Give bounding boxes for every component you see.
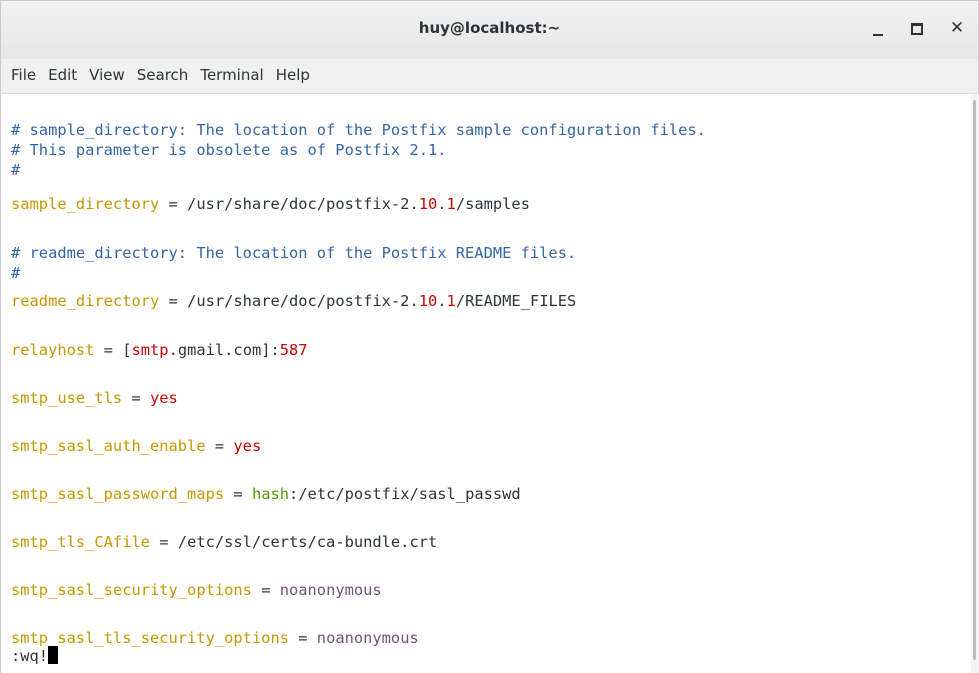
config-line-smtp-sasl-security-options: smtp_sasl_security_options = noanonymous <box>11 580 382 600</box>
comment-line: # <box>11 264 21 282</box>
config-number: 10 <box>418 195 438 213</box>
minimize-button[interactable] <box>865 15 891 41</box>
config-text: = <box>251 581 280 599</box>
config-key: relayhost <box>11 341 95 359</box>
config-text: /samples <box>455 195 530 213</box>
config-keyword: smtp <box>131 341 169 359</box>
config-key: readme_directory <box>11 292 160 310</box>
config-text: /README_FILES <box>455 292 577 310</box>
config-text: :/etc/postfix/sasl_passwd <box>289 485 521 503</box>
config-text: . <box>437 292 447 310</box>
command-text: :wq! <box>11 647 49 665</box>
config-line-smtp-tls-cafile: smtp_tls_CAfile = /etc/ssl/certs/ca-bund… <box>11 532 437 552</box>
comment-line: # readme_directory: The location of the … <box>11 244 577 262</box>
config-value: noanonymous <box>316 629 419 647</box>
config-number: 1 <box>446 195 456 213</box>
comment-line: # sample_directory: The location of the … <box>11 121 706 139</box>
comment-line: # This parameter is obsolete as of Postf… <box>11 141 447 159</box>
terminal-window: huy@localhost:~ ✕ File Edit View Search Term… <box>0 0 979 673</box>
scrollbar-thumb[interactable] <box>973 100 976 660</box>
config-key: smtp_sasl_security_options <box>11 581 252 599</box>
config-value: noanonymous <box>279 581 382 599</box>
config-line-relayhost: relayhost = [smtp.gmail.com]:587 <box>11 340 308 360</box>
config-line-smtp-sasl-password-maps: smtp_sasl_password_maps = hash:/etc/post… <box>11 484 521 504</box>
terminal-content[interactable]: # sample_directory: The location of the … <box>0 94 971 673</box>
text-cursor <box>48 646 59 664</box>
config-line-smtp-sasl-auth-enable: smtp_sasl_auth_enable = yes <box>11 436 261 456</box>
config-key: smtp_sasl_auth_enable <box>11 437 206 455</box>
config-key: sample_directory <box>11 195 160 213</box>
config-line-smtp-use-tls: smtp_use_tls = yes <box>11 388 178 408</box>
config-line-smtp-sasl-tls-security-options: smtp_sasl_tls_security_options = noanony… <box>11 628 419 648</box>
menu-terminal[interactable]: Terminal <box>194 66 269 84</box>
config-text: = <box>288 629 317 647</box>
config-key: smtp_use_tls <box>11 389 123 407</box>
menu-search[interactable]: Search <box>131 66 195 84</box>
config-text: = [ <box>94 341 132 359</box>
config-text: = <box>224 485 252 503</box>
config-value: yes <box>233 437 262 455</box>
maximize-button[interactable] <box>904 15 930 41</box>
config-number: 587 <box>279 341 308 359</box>
config-number: 10 <box>418 292 438 310</box>
config-number: 1 <box>446 292 456 310</box>
config-text: = /usr/share/doc/postfix-2. <box>159 292 419 310</box>
close-button[interactable]: ✕ <box>944 15 970 41</box>
command-line[interactable]: :wq! <box>11 646 59 666</box>
config-text: = <box>205 437 234 455</box>
config-text: = /etc/ssl/certs/ca-bundle.crt <box>150 533 438 551</box>
menu-bar: File Edit View Search Terminal Help <box>0 59 979 94</box>
config-text: .gmail.com]: <box>168 341 280 359</box>
comment-line: # <box>11 161 21 179</box>
config-line-sample-directory: sample_directory = /usr/share/doc/postfi… <box>11 194 530 214</box>
window-title: huy@localhost:~ <box>418 19 561 37</box>
config-line-readme-directory: readme_directory = /usr/share/doc/postfi… <box>11 291 576 311</box>
config-key: smtp_sasl_password_maps <box>11 485 225 503</box>
config-text: = <box>122 389 151 407</box>
config-text: = /usr/share/doc/postfix-2. <box>159 195 419 213</box>
config-key: smtp_tls_CAfile <box>11 533 150 551</box>
config-key: smtp_sasl_tls_security_options <box>11 629 289 647</box>
menu-help[interactable]: Help <box>270 66 316 84</box>
config-text: . <box>437 195 447 213</box>
config-keyword: hash <box>251 485 290 503</box>
menu-view[interactable]: View <box>83 66 131 84</box>
config-value: yes <box>150 389 178 407</box>
title-bar[interactable]: huy@localhost:~ ✕ <box>0 0 979 60</box>
menu-edit[interactable]: Edit <box>42 66 83 84</box>
menu-file[interactable]: File <box>5 66 42 84</box>
